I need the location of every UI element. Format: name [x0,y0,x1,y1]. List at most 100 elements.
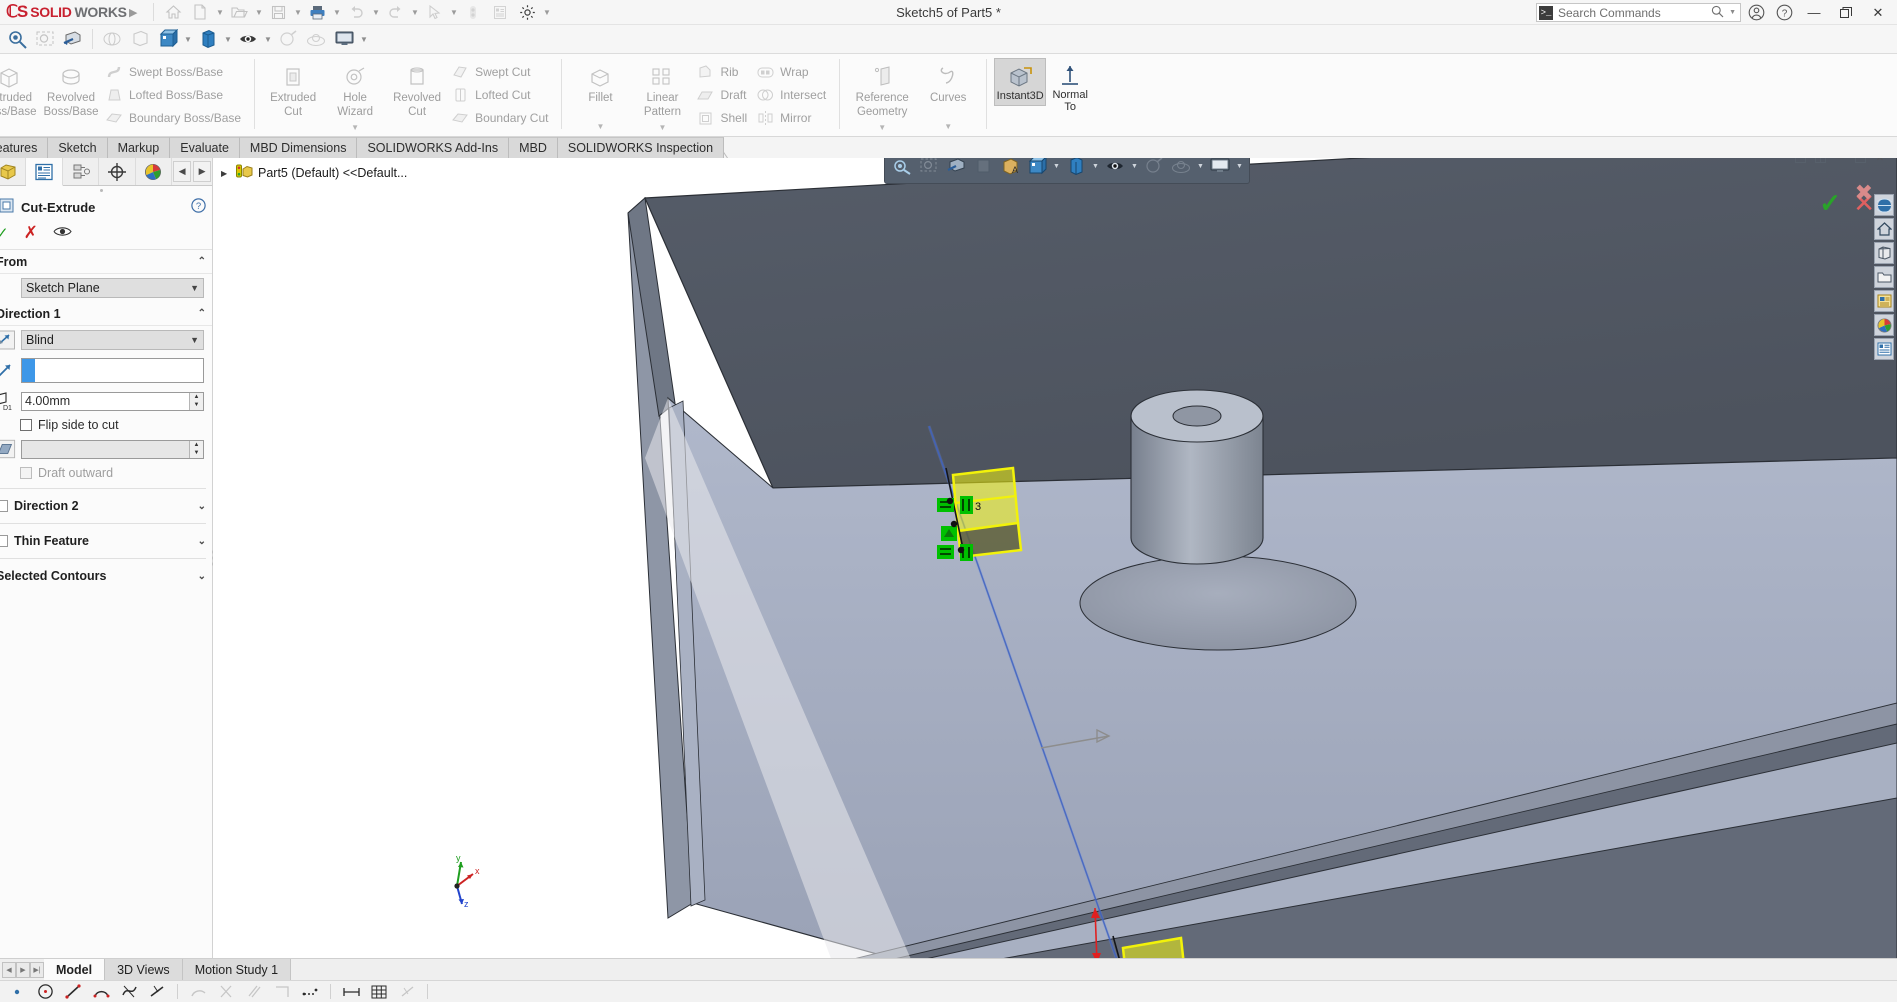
hide-show-dropdown-icon[interactable]: ▼ [1129,158,1140,179]
from-condition-select[interactable]: Sketch Plane ▼ [21,278,204,298]
revolved-cut-button[interactable]: Revolved Cut [386,57,448,119]
instant3d-toggle-button[interactable]: Instant3D [994,58,1047,106]
depth-stepper[interactable]: ▲ ▼ [189,392,203,410]
curves-button[interactable]: Curves ▼ [917,57,979,133]
boundary-boss-base-button[interactable]: Boundary Boss/Base [102,107,247,129]
tab-features[interactable]: Features [0,137,49,158]
minimize-view-icon[interactable]: ─ [1831,158,1849,166]
undo-dropdown-icon[interactable]: ▼ [370,1,381,23]
manager-tab-prev-icon[interactable]: ◀ [173,161,192,182]
display-style-dropdown-icon[interactable]: ▼ [1090,158,1101,179]
spline-tool-icon[interactable] [116,982,142,1002]
tile-view-icon[interactable] [1811,158,1829,166]
tab-evaluate[interactable]: Evaluate [170,137,240,158]
draft-button[interactable]: Draft [693,84,753,106]
search-commands-box[interactable]: >_ Search Commands ▼ [1536,3,1741,22]
zoom-to-area-icon[interactable] [916,158,942,179]
edit-appearance-icon[interactable] [1141,158,1167,179]
direction-reference-field[interactable] [21,358,204,383]
view-palette-icon[interactable] [1874,290,1894,312]
section-view-icon[interactable] [59,26,87,52]
offset-entities-icon[interactable] [241,982,267,1002]
tab-nav-last-icon[interactable]: ▶| [30,961,44,978]
window-close-button[interactable]: ✕ [1863,0,1893,25]
rebuild-icon[interactable] [460,1,486,23]
window-restore-button[interactable] [1831,0,1861,25]
flip-side-to-cut-checkbox[interactable]: Flip side to cut [0,415,212,435]
chevron-down-icon[interactable]: ⌄ [198,571,206,582]
tab-solidworks-add-ins[interactable]: SOLIDWORKS Add-Ins [357,137,510,158]
options-gear-icon[interactable] [514,1,540,23]
open-dropdown-icon[interactable]: ▼ [253,1,264,23]
tab-model[interactable]: Model [44,959,106,980]
revolved-boss-base-button[interactable]: Revolved Boss/Base [40,57,102,119]
search-icon[interactable] [1711,5,1724,21]
swept-cut-button[interactable]: Swept Cut [448,61,554,83]
point-tool-icon[interactable] [4,982,30,1002]
tab-solidworks-inspection[interactable]: SOLIDWORKS Inspection [557,137,725,158]
shell-button[interactable]: Shell [693,107,753,129]
fillet-dropdown-icon[interactable]: ▼ [597,120,605,133]
line-tool-icon[interactable] [60,982,86,1002]
end-condition-select[interactable]: Blind ▼ [21,330,204,350]
home-icon[interactable] [160,1,186,23]
manager-tab-next-icon[interactable]: ▶ [193,161,212,182]
swept-boss-base-button[interactable]: Swept Boss/Base [102,61,247,83]
construction-geometry-icon[interactable] [297,982,323,1002]
grid-snap-icon[interactable] [366,982,392,1002]
tab-sketch[interactable]: Sketch [48,137,108,158]
trim-entities-icon[interactable] [213,982,239,1002]
circle-tool-icon[interactable] [32,982,58,1002]
tab-motion-study-1[interactable]: Motion Study 1 [182,959,292,980]
display-screen-dropdown-icon[interactable]: ▼ [1234,158,1245,179]
view-orientation-dropdown-icon[interactable]: ▼ [1051,158,1062,179]
chevron-down-icon[interactable]: ⌄ [198,501,206,512]
chevron-down-icon[interactable]: ▼ [190,283,199,293]
hide-show-items-icon[interactable] [1102,158,1128,179]
extruded-boss-base-button[interactable]: Extruded Boss/Base [0,57,40,119]
draft-angle-input[interactable]: ▲ ▼ [21,439,204,459]
section-direction1-header[interactable]: Direction 1 ⌃ [0,302,212,326]
confirm-ok-icon[interactable]: ✓ [1819,188,1841,219]
save-icon[interactable] [265,1,291,23]
file-explorer-icon[interactable] [1874,266,1894,288]
reverse-direction-icon[interactable] [0,330,16,350]
open-folder-icon[interactable] [226,1,252,23]
task-pane-pin-icon[interactable]: ✖ [1855,180,1873,206]
redo-dropdown-icon[interactable]: ▼ [409,1,420,23]
tab-3d-views[interactable]: 3D Views [105,959,183,980]
direction2-checkbox[interactable] [0,500,8,512]
detailed-preview-icon[interactable] [53,225,72,242]
tab-nav-first-icon[interactable]: ◀ [2,961,16,978]
rectangle-tool-icon[interactable] [269,982,295,1002]
configuration-manager-tab[interactable] [63,158,100,185]
reference-geometry-dropdown-icon[interactable]: ▼ [878,121,886,134]
add-relation-icon[interactable] [338,982,364,1002]
boundary-cut-button[interactable]: Boundary Cut [448,107,554,129]
expand-arrow-icon[interactable]: ▶ [221,169,231,178]
chevron-up-icon[interactable]: ⌃ [198,256,206,267]
user-account-icon[interactable] [1743,0,1769,25]
quick-access-expand-icon[interactable]: ▶ [125,6,147,19]
section-view-icon[interactable] [943,158,969,179]
apply-scene-icon[interactable] [1168,158,1194,179]
tangent-arc-icon[interactable] [185,982,211,1002]
zoom-to-fit-icon[interactable] [31,26,59,52]
checkbox-box[interactable] [20,467,32,479]
chevron-up-icon[interactable]: ⌃ [198,308,206,319]
section-thin-feature-header[interactable]: Thin Feature ⌄ [0,529,212,553]
smart-dimension-icon[interactable] [144,982,170,1002]
close-view-icon[interactable]: ✕ [1871,158,1889,166]
extruded-cut-button[interactable]: Extruded Cut [262,57,324,119]
lofted-boss-base-button[interactable]: Lofted Boss/Base [102,84,247,106]
search-input[interactable]: Search Commands [1558,6,1706,20]
window-minimize-button[interactable]: — [1799,0,1829,25]
tab-markup[interactable]: Markup [107,137,171,158]
chevron-down-icon[interactable]: ⌄ [198,536,206,547]
stepper-down-icon[interactable]: ▼ [190,401,203,410]
redo-icon[interactable] [382,1,408,23]
edit-appearance-icon[interactable] [274,26,302,52]
display-style-shaded-icon[interactable] [126,26,154,52]
search-dropdown-icon[interactable]: ▼ [1729,9,1738,16]
section-direction2-header[interactable]: Direction 2 ⌄ [0,494,212,518]
